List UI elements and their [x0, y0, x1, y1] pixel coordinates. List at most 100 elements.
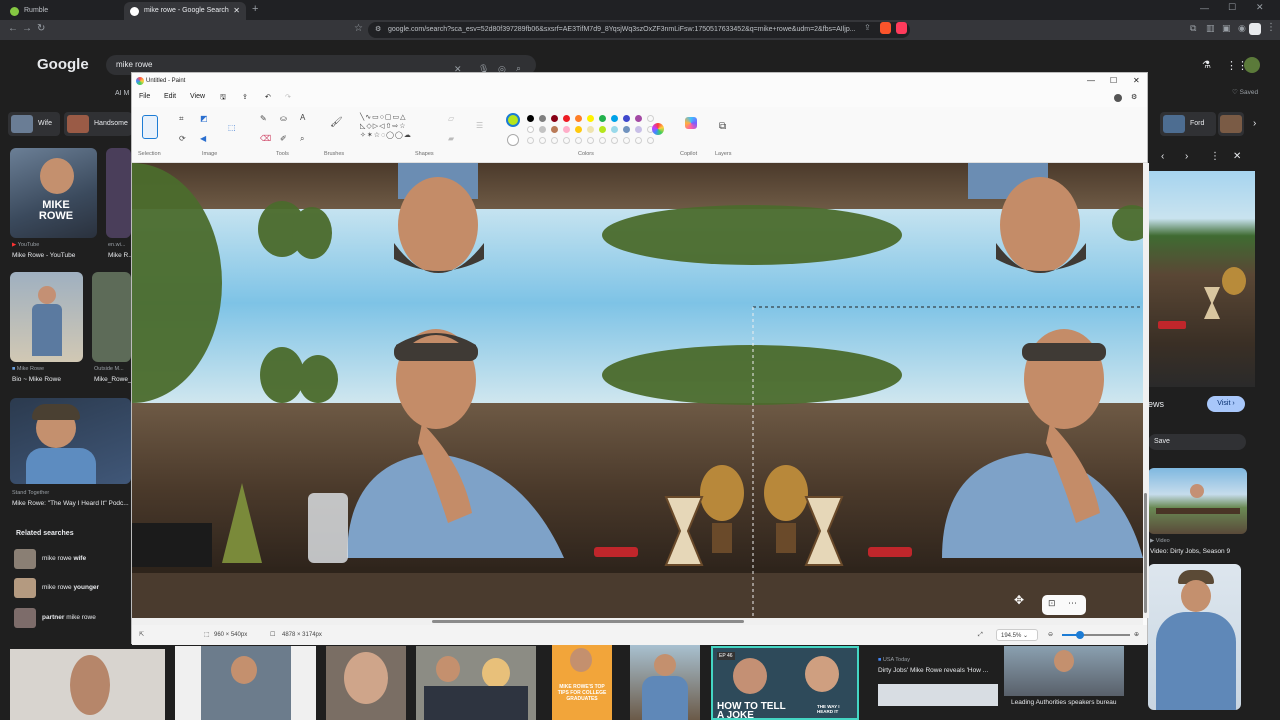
- related-search-item[interactable]: mike rowe younger: [14, 577, 99, 599]
- address-bar[interactable]: ⚙ google.com/search?sca_esv=52d80f397289…: [368, 22, 910, 38]
- profile-icon[interactable]: [1249, 23, 1261, 35]
- saved-link[interactable]: ♡ Saved: [1232, 88, 1258, 96]
- site-info-icon[interactable]: ⚙: [375, 22, 381, 38]
- share-icon[interactable]: ⇪: [242, 93, 248, 101]
- empty-swatch[interactable]: [647, 115, 654, 122]
- pencil-icon[interactable]: ✎: [260, 114, 267, 123]
- bottom-image-7[interactable]: EP 46 HOW TO TELL A JOKE THE WAY I HEARD…: [711, 646, 859, 720]
- forward-icon[interactable]: →: [22, 23, 32, 34]
- bookmark-icon[interactable]: ☆: [354, 23, 363, 34]
- save-icon[interactable]: 🖫: [220, 93, 226, 104]
- color-swatch[interactable]: [551, 115, 558, 122]
- resize-icon[interactable]: ◩: [200, 114, 208, 123]
- horizontal-scrollbar[interactable]: [132, 618, 1143, 625]
- reload-icon[interactable]: ↻: [37, 23, 45, 34]
- color-swatch[interactable]: [575, 126, 582, 133]
- panel-preview-image[interactable]: [1148, 171, 1255, 387]
- bottom-title[interactable]: Dirty Jobs' Mike Rowe reveals 'How ...: [878, 667, 996, 674]
- brave-shield-icon[interactable]: [880, 22, 891, 34]
- close-window-icon[interactable]: ✕: [1256, 2, 1264, 13]
- tab-rumble[interactable]: Rumble: [4, 2, 122, 20]
- custom-swatch[interactable]: [551, 137, 558, 144]
- color-swatch[interactable]: [539, 115, 546, 122]
- panel-more-icon[interactable]: ⋮: [1210, 151, 1220, 162]
- panel-video-title[interactable]: Video: Dirty Jobs, Season 9: [1150, 548, 1230, 555]
- tab-google-search[interactable]: mike rowe - Google Search ✕: [124, 2, 246, 20]
- fill-icon[interactable]: ⛀: [280, 114, 287, 123]
- color-picker-icon[interactable]: ✐: [280, 134, 287, 143]
- result-title[interactable]: Mike Rowe: "The Way I Heard It" Podc...: [12, 500, 131, 507]
- eraser-icon[interactable]: ⌫: [260, 134, 271, 143]
- shapes-gallery[interactable]: ╲∿▭○▢▭△ ◺◇▷◁⇧⇨☆ ✧✶☆◌◯◯☁: [360, 113, 436, 147]
- copilot-icon[interactable]: [685, 117, 697, 129]
- rewards-icon[interactable]: [896, 22, 907, 34]
- color-swatch[interactable]: [623, 115, 630, 122]
- back-icon[interactable]: ←: [8, 23, 18, 34]
- account-icon[interactable]: [1114, 94, 1122, 102]
- paint-title-bar[interactable]: Untitled - Paint — ☐ ✕: [132, 73, 1147, 89]
- panel-next-icon[interactable]: ›: [1185, 151, 1188, 162]
- result-title[interactable]: Mike Rowe - YouTube: [12, 252, 75, 259]
- color-swatch[interactable]: [611, 115, 618, 122]
- chips-next-icon[interactable]: ›: [1253, 118, 1256, 129]
- shape-size-icon[interactable]: ☰: [476, 121, 483, 130]
- save-button[interactable]: Save: [1148, 434, 1246, 450]
- related-search-item[interactable]: partner mike rowe: [14, 607, 96, 629]
- account-avatar[interactable]: [1244, 57, 1260, 73]
- selection-actions[interactable]: ⊡ ⋯: [1042, 595, 1086, 615]
- custom-swatch[interactable]: [539, 137, 546, 144]
- crop-to-selection-icon[interactable]: ⊡: [1048, 598, 1056, 609]
- bottom-image-4[interactable]: [416, 646, 536, 720]
- share-icon[interactable]: ⇪: [864, 23, 871, 32]
- maximize-icon[interactable]: ☐: [1228, 2, 1236, 13]
- result-image-youtube[interactable]: MIKE ROWE: [10, 148, 97, 238]
- text-icon[interactable]: A: [300, 113, 305, 122]
- color-swatch[interactable]: [539, 126, 546, 133]
- color-swatch[interactable]: [599, 126, 606, 133]
- menu-icon[interactable]: ⋮: [1266, 22, 1276, 33]
- result-image-bio[interactable]: [10, 272, 83, 362]
- zoom-slider-thumb[interactable]: [1076, 631, 1084, 639]
- shape-outline-icon[interactable]: ▱: [448, 114, 454, 123]
- undo-icon[interactable]: ↶: [265, 93, 271, 101]
- vertical-scrollbar[interactable]: [1143, 163, 1149, 618]
- result-title[interactable]: Mike R...: [108, 252, 134, 259]
- panel-prev-icon[interactable]: ‹: [1161, 151, 1164, 162]
- bottom-image-6[interactable]: [630, 644, 700, 720]
- chip-ford[interactable]: Ford: [1160, 112, 1216, 136]
- bottom-image-1[interactable]: [10, 649, 165, 720]
- menu-view[interactable]: View: [190, 93, 205, 100]
- shape-fill-icon[interactable]: ▰: [448, 134, 454, 143]
- rotate-icon[interactable]: ⟳: [179, 134, 186, 143]
- color-swatch[interactable]: [551, 126, 558, 133]
- color-swatch[interactable]: [575, 115, 582, 122]
- redo-icon[interactable]: ↷: [285, 93, 291, 101]
- panel-video-image[interactable]: [1148, 468, 1247, 534]
- color-swatch[interactable]: [563, 126, 570, 133]
- color-swatch[interactable]: [623, 126, 630, 133]
- custom-swatch[interactable]: [623, 137, 630, 144]
- settings-icon[interactable]: ⚙: [1131, 93, 1137, 101]
- related-search-item[interactable]: mike rowe wife: [14, 548, 86, 570]
- custom-swatch[interactable]: [563, 137, 570, 144]
- edit-colors-icon[interactable]: [652, 123, 664, 135]
- wallet-icon[interactable]: ▣: [1222, 23, 1231, 34]
- color-swatch[interactable]: [635, 115, 642, 122]
- paint-minimize-icon[interactable]: —: [1087, 73, 1095, 89]
- paint-close-icon[interactable]: ✕: [1133, 73, 1140, 89]
- zoom-in-icon[interactable]: ⊕: [1134, 625, 1139, 645]
- layers-icon[interactable]: ⧉: [719, 121, 726, 132]
- color-swatch[interactable]: [587, 115, 594, 122]
- zoom-level[interactable]: 194.5% ⌄: [996, 629, 1038, 641]
- ai-mode-tab[interactable]: AI M: [115, 90, 129, 97]
- close-tab-icon[interactable]: ✕: [233, 2, 240, 20]
- zoom-out-icon[interactable]: ⊖: [1048, 625, 1053, 645]
- paint-maximize-icon[interactable]: ☐: [1110, 73, 1117, 89]
- zoom-slider[interactable]: [1062, 631, 1130, 639]
- custom-swatch[interactable]: [611, 137, 618, 144]
- chip-handsome[interactable]: Handsome: [64, 112, 132, 136]
- fit-to-window-icon[interactable]: ⤢: [978, 625, 983, 645]
- google-logo[interactable]: Google: [37, 56, 89, 73]
- result-title[interactable]: Bio ~ Mike Rowe: [12, 376, 61, 383]
- bottom-image-2[interactable]: [175, 646, 316, 720]
